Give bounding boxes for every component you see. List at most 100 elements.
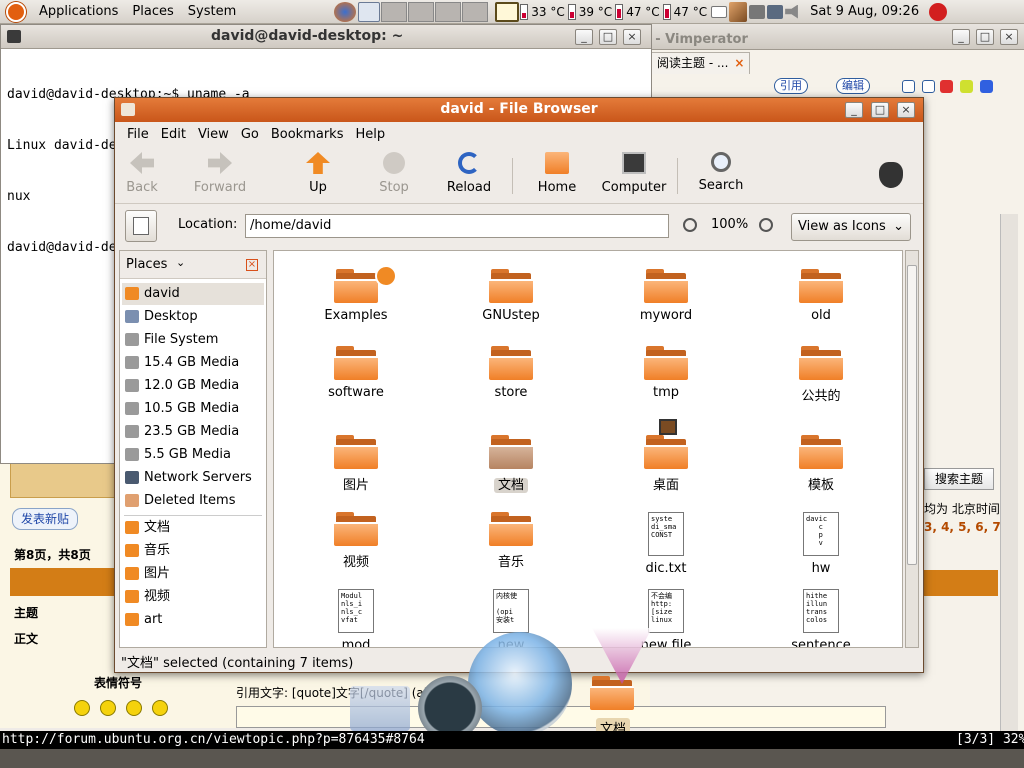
- home-button[interactable]: Home: [522, 152, 592, 195]
- clock[interactable]: Sat 9 Aug, 09:26: [802, 0, 927, 24]
- toggle-location-button[interactable]: [125, 210, 157, 242]
- delete-icon[interactable]: [902, 80, 915, 93]
- edit-button[interactable]: 编辑: [836, 78, 870, 94]
- places-selector[interactable]: Places: [126, 257, 167, 272]
- folder-documents[interactable]: 文档: [446, 435, 576, 493]
- yellow-dot-icon[interactable]: [960, 80, 973, 93]
- blue-dot-icon[interactable]: [980, 80, 993, 93]
- system-menu[interactable]: System: [181, 0, 243, 24]
- browser-tab[interactable]: 阅读主题 - ... ×: [650, 52, 750, 74]
- sidebar-item-media-5[interactable]: 5.5 GB Media: [122, 444, 264, 466]
- computer-button[interactable]: Computer: [599, 152, 669, 195]
- maximize-button[interactable]: □: [976, 29, 994, 45]
- bookmark-music[interactable]: 音乐: [122, 540, 264, 562]
- new-post-button[interactable]: 发表新贴: [12, 508, 79, 530]
- close-button[interactable]: ×: [623, 29, 641, 45]
- back-button[interactable]: Back: [107, 152, 177, 195]
- view-mode-select[interactable]: View as Icons ⌄: [791, 213, 911, 241]
- vimperator-scrollbar[interactable]: [1000, 214, 1018, 734]
- menu-bookmarks[interactable]: Bookmarks: [265, 127, 350, 142]
- file-hw[interactable]: davic c p v hw: [756, 512, 886, 576]
- icon-view[interactable]: Examples GNUstep myword old software sto…: [273, 250, 903, 648]
- ip-icon[interactable]: [922, 80, 935, 93]
- folder-pictures[interactable]: 图片: [291, 435, 421, 493]
- forward-button[interactable]: Forward: [185, 152, 255, 195]
- sidebar-item-network[interactable]: Network Servers: [122, 467, 264, 489]
- applications-menu[interactable]: Applications: [32, 0, 125, 24]
- file-mod[interactable]: Modul nls_i nls_c vfat mod: [291, 589, 421, 647]
- menu-file[interactable]: File: [121, 127, 155, 142]
- monitor-icon[interactable]: [495, 1, 520, 22]
- maximize-button[interactable]: □: [599, 29, 617, 45]
- stop-button[interactable]: Stop: [359, 152, 429, 195]
- menu-go[interactable]: Go: [235, 127, 265, 142]
- maximize-button[interactable]: □: [871, 102, 889, 118]
- workspace-2[interactable]: [408, 1, 435, 22]
- folder-desktop[interactable]: 桌面: [601, 419, 731, 493]
- sidebar-item-filesystem[interactable]: File System: [122, 329, 264, 351]
- sidebar-item-media-1[interactable]: 15.4 GB Media: [122, 352, 264, 374]
- close-sidebar-icon[interactable]: ×: [246, 259, 258, 271]
- folder-public[interactable]: 公共的: [756, 346, 886, 404]
- safari-compass-icon[interactable]: [468, 632, 572, 736]
- smiley-icon[interactable]: [152, 700, 168, 716]
- bookmark-docs[interactable]: 文档: [122, 517, 264, 539]
- mail-icon[interactable]: [711, 5, 728, 18]
- sidebar-item-desktop[interactable]: Desktop: [122, 306, 264, 328]
- menu-view[interactable]: View: [192, 127, 235, 142]
- zoom-in-icon[interactable]: [759, 218, 773, 232]
- smiley-icon[interactable]: [74, 700, 90, 716]
- smiley-icon[interactable]: [100, 700, 116, 716]
- firefox-icon[interactable]: [334, 1, 357, 22]
- folder-store[interactable]: store: [446, 346, 576, 400]
- sidebar-item-david[interactable]: david: [122, 283, 264, 305]
- folder-templates[interactable]: 模板: [756, 435, 886, 493]
- bookmark-art[interactable]: art: [122, 609, 264, 631]
- sidebar-item-media-2[interactable]: 12.0 GB Media: [122, 375, 264, 397]
- minimize-button[interactable]: _: [575, 29, 593, 45]
- finder-icon[interactable]: [350, 686, 410, 731]
- tools-icon[interactable]: [729, 1, 748, 22]
- workspace-4[interactable]: [462, 1, 489, 22]
- sidebar-item-media-3[interactable]: 10.5 GB Media: [122, 398, 264, 420]
- close-button[interactable]: ×: [897, 102, 915, 118]
- zoom-out-icon[interactable]: [683, 218, 697, 232]
- search-topic-button[interactable]: 搜索主题: [924, 468, 994, 490]
- menu-edit[interactable]: Edit: [155, 127, 192, 142]
- volume-icon[interactable]: [785, 4, 798, 19]
- icon-view-scrollbar[interactable]: [905, 250, 919, 648]
- dock-documents-folder[interactable]: [590, 676, 634, 710]
- file-dic-txt[interactable]: syste di_sma CONST dic.txt: [601, 512, 731, 576]
- folder-gnustep[interactable]: GNUstep: [446, 269, 576, 323]
- folder-myword[interactable]: myword: [601, 269, 731, 323]
- zoom-level[interactable]: 100%: [711, 217, 748, 232]
- places-menu[interactable]: Places: [125, 0, 180, 24]
- folder-software[interactable]: software: [291, 346, 421, 400]
- folder-videos[interactable]: 视频: [291, 512, 421, 570]
- ubuntu-logo-icon[interactable]: [6, 1, 26, 22]
- bookmark-pictures[interactable]: 图片: [122, 563, 264, 585]
- editor-icon[interactable]: [358, 1, 381, 22]
- quote-button[interactable]: 引用: [774, 78, 808, 94]
- location-input[interactable]: /home/david: [245, 214, 669, 238]
- chevron-down-icon[interactable]: ⌄: [176, 256, 185, 269]
- scrollbar-thumb[interactable]: [907, 265, 917, 565]
- menu-help[interactable]: Help: [349, 127, 391, 142]
- folder-examples[interactable]: Examples: [291, 265, 421, 323]
- workspace-3[interactable]: [435, 1, 462, 22]
- red-dot-icon[interactable]: [940, 80, 953, 93]
- smiley-icon[interactable]: [126, 700, 142, 716]
- folder-music[interactable]: 音乐: [446, 512, 576, 570]
- minimize-button[interactable]: _: [952, 29, 970, 45]
- workspace-1[interactable]: [381, 1, 408, 22]
- printer-icon[interactable]: [749, 4, 766, 19]
- close-button[interactable]: ×: [1000, 29, 1018, 45]
- search-button[interactable]: Search: [686, 152, 756, 193]
- power-icon[interactable]: [929, 2, 948, 21]
- up-button[interactable]: Up: [283, 152, 353, 195]
- bookmark-videos[interactable]: 视频: [122, 586, 264, 608]
- sidebar-item-trash[interactable]: Deleted Items: [122, 490, 264, 512]
- folder-tmp[interactable]: tmp: [601, 346, 731, 400]
- file-sentence[interactable]: hithe illun trans colos sentence: [756, 589, 886, 647]
- folder-old[interactable]: old: [756, 269, 886, 323]
